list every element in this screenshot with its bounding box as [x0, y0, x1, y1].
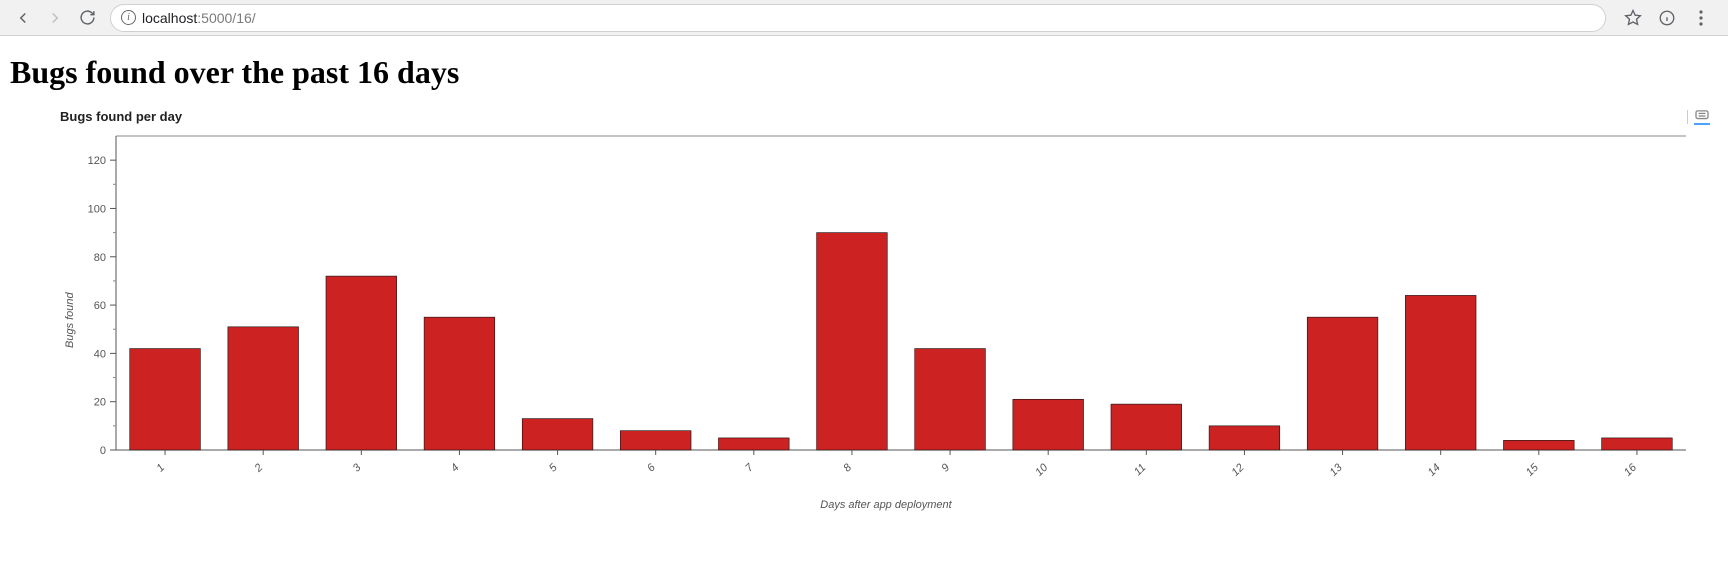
bar[interactable] [1405, 295, 1476, 450]
x-tick-label: 3 [351, 461, 364, 474]
chart-toolbar [1687, 109, 1710, 125]
bar[interactable] [718, 438, 789, 450]
menu-dots-icon[interactable] [1692, 9, 1710, 27]
bar[interactable] [620, 431, 691, 450]
y-axis-label: Bugs found [60, 130, 76, 511]
chart-container: Bugs found per day Bugs found 0 20 40 60 80 1… [10, 109, 1718, 511]
back-button[interactable] [14, 9, 32, 27]
x-tick-label: 2 [252, 462, 266, 476]
svg-text:60: 60 [94, 300, 106, 312]
address-bar[interactable]: i localhost:5000/16/ [110, 4, 1606, 32]
star-icon[interactable] [1624, 9, 1642, 27]
svg-text:20: 20 [94, 397, 106, 409]
bar[interactable] [1503, 440, 1574, 450]
x-axis-label: Days after app deployment [76, 499, 1696, 511]
page-info-icon[interactable] [1658, 9, 1676, 27]
bar[interactable] [1209, 426, 1280, 450]
x-tick-label: 15 [1524, 461, 1542, 479]
x-tick-label: 12 [1229, 462, 1246, 479]
x-tick-label: 11 [1132, 462, 1149, 479]
bar[interactable] [522, 419, 593, 450]
chart-title: Bugs found per day [60, 109, 1718, 124]
bar[interactable] [1013, 399, 1084, 450]
bar-chart: 02040608010012012345678910111213141516 [76, 130, 1696, 490]
url-path: :5000/16/ [197, 10, 255, 26]
svg-text:40: 40 [94, 348, 106, 360]
chart-menu-icon[interactable] [1694, 109, 1710, 125]
bar[interactable] [1307, 317, 1378, 450]
bar[interactable] [1111, 404, 1182, 450]
toolbar-separator [1687, 110, 1688, 124]
chart-area: Bugs found 02040608010012012345678910111… [60, 130, 1718, 511]
x-tick-label: 6 [645, 461, 658, 474]
svg-text:80: 80 [94, 252, 106, 264]
x-tick-label: 7 [743, 461, 756, 474]
page-body: Bugs found over the past 16 days Bugs fo… [0, 36, 1728, 531]
bar[interactable] [915, 349, 986, 450]
bar[interactable] [228, 327, 299, 450]
bar[interactable] [424, 317, 495, 450]
svg-text:0: 0 [100, 445, 106, 457]
x-tick-label: 4 [449, 462, 462, 475]
x-tick-label: 10 [1033, 461, 1051, 479]
bar[interactable] [326, 276, 397, 450]
url-text: localhost:5000/16/ [142, 10, 256, 26]
svg-text:120: 120 [88, 155, 106, 167]
url-host: localhost [142, 10, 197, 26]
x-tick-label: 5 [547, 461, 560, 474]
svg-text:100: 100 [88, 203, 106, 215]
nav-arrows-group [8, 9, 102, 27]
browser-right-controls [1614, 9, 1720, 27]
chart-svg-holder: 02040608010012012345678910111213141516 D… [76, 130, 1696, 511]
x-tick-label: 1 [154, 462, 167, 475]
reload-button[interactable] [78, 9, 96, 27]
page-title: Bugs found over the past 16 days [10, 54, 1718, 91]
bar[interactable] [1602, 438, 1673, 450]
bar[interactable] [817, 233, 888, 450]
info-icon[interactable]: i [121, 10, 136, 25]
x-tick-label: 8 [841, 461, 854, 474]
x-tick-label: 13 [1328, 461, 1346, 479]
x-tick-label: 9 [939, 462, 952, 475]
chart-title-text: Bugs found per day [60, 109, 182, 124]
browser-toolbar: i localhost:5000/16/ [0, 0, 1728, 36]
x-tick-label: 16 [1622, 461, 1640, 479]
x-tick-label: 14 [1426, 462, 1443, 479]
forward-button[interactable] [46, 9, 64, 27]
bar[interactable] [130, 349, 201, 450]
